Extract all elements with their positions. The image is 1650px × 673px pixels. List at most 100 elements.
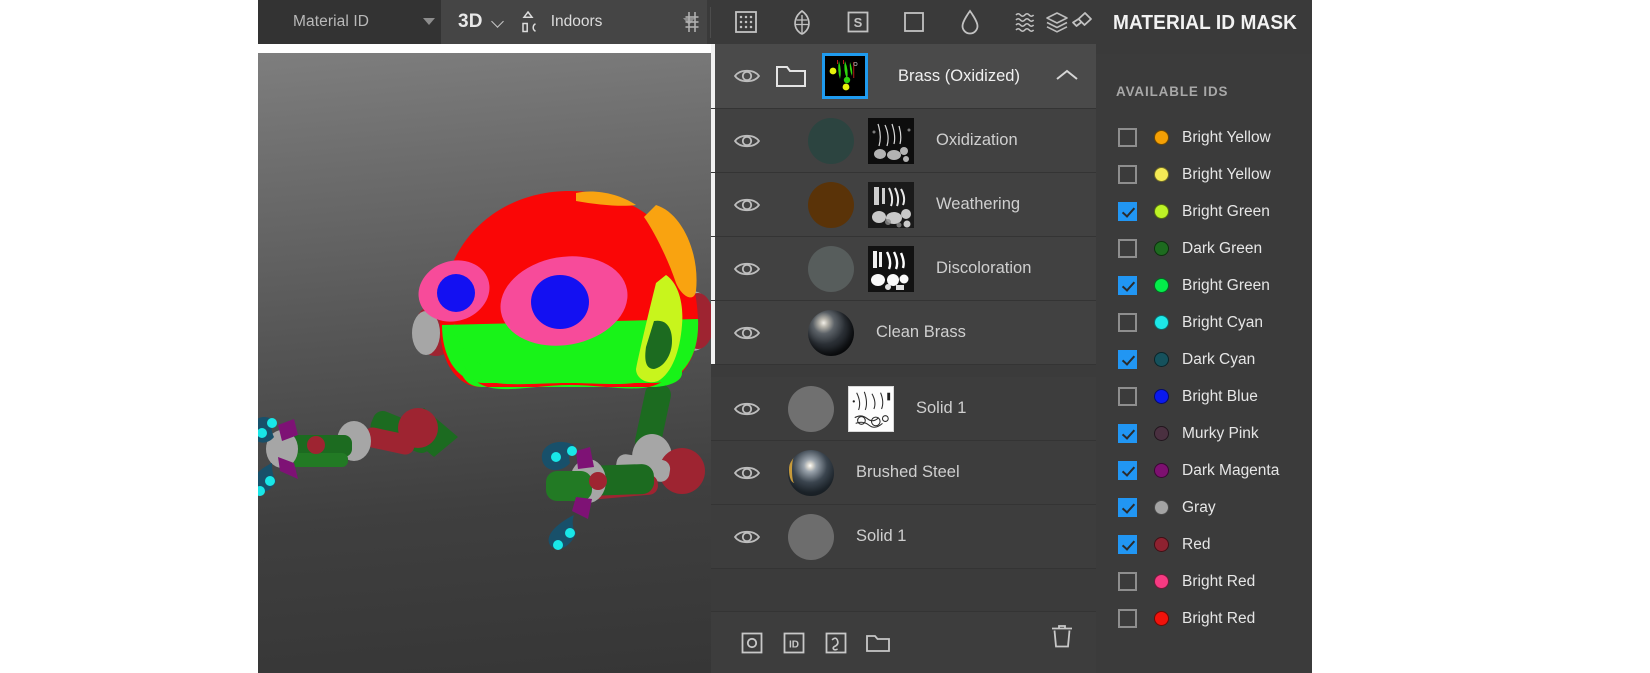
leaf-icon[interactable] [774, 0, 830, 44]
id-row[interactable]: Red [1096, 526, 1312, 563]
id-row[interactable]: Bright Blue [1096, 378, 1312, 415]
visibility-eye-icon[interactable] [730, 527, 764, 547]
droplet-icon[interactable] [942, 0, 998, 44]
id-checkbox[interactable] [1118, 128, 1137, 147]
id-row[interactable]: Bright Red [1096, 563, 1312, 600]
selection-indicator [711, 237, 715, 300]
id-label: Bright Yellow [1182, 165, 1271, 183]
visibility-eye-icon[interactable] [730, 131, 764, 151]
chevron-down-icon[interactable] [492, 17, 505, 30]
left-margin [0, 0, 258, 673]
layer-color-swatch[interactable] [788, 385, 834, 432]
material-preview-ball[interactable] [808, 309, 854, 356]
id-label: Dark Magenta [1182, 461, 1280, 479]
id-checkbox[interactable] [1118, 239, 1137, 258]
available-ids-heading: AVAILABLE IDS [1116, 84, 1229, 99]
id-color-swatch [1154, 389, 1169, 404]
id-row[interactable]: Dark Green [1096, 230, 1312, 267]
id-checkbox[interactable] [1118, 424, 1137, 443]
layer-mask-thumbnail[interactable] [868, 245, 914, 292]
visibility-eye-icon[interactable] [730, 195, 764, 215]
layer-color-swatch[interactable] [808, 245, 854, 292]
visibility-eye-icon[interactable] [730, 66, 764, 86]
layer-color-swatch[interactable] [788, 513, 834, 560]
id-row[interactable]: Murky Pink [1096, 415, 1312, 452]
id-row[interactable]: Bright Green [1096, 193, 1312, 230]
id-color-swatch [1154, 426, 1169, 441]
id-checkbox[interactable] [1118, 165, 1137, 184]
id-checkbox[interactable] [1118, 202, 1137, 221]
trash-icon[interactable] [1050, 623, 1074, 654]
material-id-mask-panel-header: MATERIAL ID MASK [1096, 0, 1312, 54]
layer-mask-thumbnail[interactable] [822, 53, 868, 99]
material-id-mask-screen: Material ID 3D Indoors S MATERIAL ID MAS… [0, 0, 1650, 673]
square-icon[interactable] [886, 0, 942, 44]
id-row[interactable]: Dark Cyan [1096, 341, 1312, 378]
material-channel-dropdown[interactable]: Material ID [288, 0, 441, 44]
layer-name: Discoloration [936, 259, 1032, 277]
environment-label[interactable]: Indoors [551, 13, 603, 31]
layer-row-weathering[interactable]: Weathering [711, 173, 1096, 237]
id-color-swatch [1154, 463, 1169, 478]
layer-row-clean-brass[interactable]: Clean Brass [711, 301, 1096, 365]
layer-row-brushed-steel[interactable]: Brushed Steel [711, 441, 1096, 505]
grid-dots-icon[interactable] [718, 0, 774, 44]
robot-right-arm [541, 383, 705, 550]
id-row[interactable]: Dark Magenta [1096, 452, 1312, 489]
visibility-eye-icon[interactable] [730, 399, 764, 419]
id-row[interactable]: Bright Yellow [1096, 119, 1312, 156]
id-checkbox[interactable] [1118, 387, 1137, 406]
add-curvature-icon[interactable] [815, 622, 857, 664]
id-checkbox[interactable] [1118, 276, 1137, 295]
grid-toggle-icon[interactable] [673, 0, 711, 44]
selection-indicator [711, 109, 715, 172]
layer-row-group[interactable]: Brass (Oxidized) [711, 44, 1096, 109]
id-checkbox[interactable] [1118, 461, 1137, 480]
id-checkbox[interactable] [1118, 313, 1137, 332]
layers-bottom-toolbar: ID [711, 611, 1096, 673]
smart-material-s-icon[interactable]: S [830, 0, 886, 44]
visibility-eye-icon[interactable] [730, 463, 764, 483]
id-row[interactable]: Bright Red [1096, 600, 1312, 637]
layer-color-swatch[interactable] [808, 117, 854, 164]
layer-name: Oxidization [936, 131, 1018, 149]
id-checkbox[interactable] [1118, 572, 1137, 591]
id-checkbox[interactable] [1118, 350, 1137, 369]
view-mode-label[interactable]: 3D [458, 11, 483, 33]
chevron-up-icon[interactable] [1054, 44, 1080, 108]
layer-name: Brushed Steel [856, 463, 960, 481]
id-checkbox[interactable] [1118, 535, 1137, 554]
add-fill-layer-icon[interactable] [731, 622, 773, 664]
add-id-mask-icon[interactable]: ID [773, 622, 815, 664]
robot-model [258, 191, 711, 550]
layer-color-swatch[interactable] [808, 181, 854, 228]
id-checkbox[interactable] [1118, 498, 1137, 517]
layer-mask-thumbnail[interactable] [868, 117, 914, 164]
layer-name: Solid 1 [856, 527, 907, 545]
id-checkbox[interactable] [1118, 609, 1137, 628]
id-color-swatch [1154, 500, 1169, 515]
id-row[interactable]: Bright Yellow [1096, 156, 1312, 193]
material-preview-ball[interactable] [788, 449, 834, 496]
layer-row-oxidization[interactable]: Oxidization [711, 109, 1096, 173]
layer-mask-thumbnail[interactable] [868, 181, 914, 228]
layer-name: Weathering [936, 195, 1021, 213]
visibility-eye-icon[interactable] [730, 259, 764, 279]
right-margin [1312, 0, 1650, 673]
material-channel-label: Material ID [293, 13, 370, 30]
id-row[interactable]: Gray [1096, 489, 1312, 526]
layers-stack-icon[interactable] [1031, 0, 1083, 44]
viewport-3d[interactable] [258, 53, 711, 673]
id-row[interactable]: Bright Cyan [1096, 304, 1312, 341]
id-color-swatch [1154, 315, 1169, 330]
layer-row-solid-1-a[interactable]: Solid 1 [711, 377, 1096, 441]
visibility-eye-icon[interactable] [730, 323, 764, 343]
layer-mask-thumbnail[interactable] [848, 385, 894, 432]
layer-row-discoloration[interactable]: Discoloration [711, 237, 1096, 301]
svg-text:S: S [854, 15, 863, 30]
layer-row-solid-1-b[interactable]: Solid 1 [711, 505, 1096, 569]
id-row[interactable]: Bright Green [1096, 267, 1312, 304]
id-label: Murky Pink [1182, 424, 1259, 442]
add-folder-icon[interactable] [857, 622, 899, 664]
folder-icon [774, 63, 808, 89]
